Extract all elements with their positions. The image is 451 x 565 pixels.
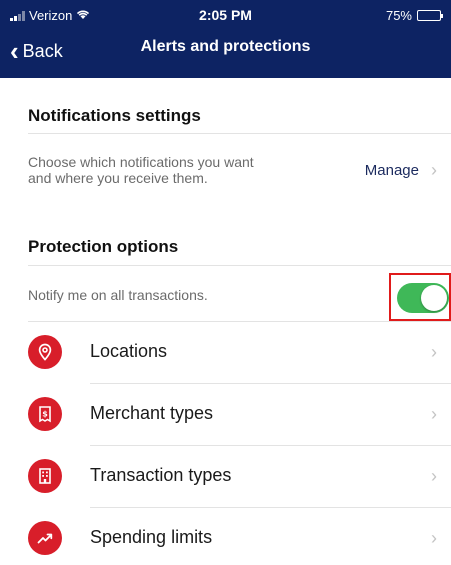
- app-header: Verizon 2:05 PM 75% ‹ Back Alerts and pr…: [0, 0, 451, 78]
- status-bar: Verizon 2:05 PM 75%: [0, 0, 451, 30]
- option-row-transaction-types[interactable]: Transaction types ›: [0, 446, 451, 508]
- notify-all-transactions-label: Notify me on all transactions.: [28, 287, 208, 303]
- status-time: 2:05 PM: [199, 7, 252, 23]
- battery-percent: 75%: [385, 8, 412, 23]
- manage-label: Manage: [364, 162, 419, 179]
- option-label: Transaction types: [90, 465, 232, 485]
- manage-button[interactable]: Manage ›: [365, 160, 437, 181]
- svg-text:$: $: [42, 410, 48, 419]
- option-row-spending-limits[interactable]: Spending limits ›: [0, 508, 451, 565]
- chevron-right-icon: ›: [431, 466, 437, 486]
- toggle-knob: [421, 285, 447, 311]
- notifications-description-line1: Choose which notifications you want: [28, 154, 254, 170]
- battery-info: 75%: [385, 8, 443, 23]
- battery-icon: [417, 10, 443, 21]
- option-row-merchant-types[interactable]: $ Merchant types ›: [0, 384, 451, 446]
- nav-bar: ‹ Back Alerts and protections: [0, 30, 451, 74]
- divider: [28, 133, 451, 134]
- option-label: Locations: [90, 341, 168, 361]
- trend-up-icon: [28, 521, 62, 555]
- receipt-icon: $: [28, 397, 62, 431]
- highlight-box: [389, 273, 451, 321]
- notify-all-transactions-toggle[interactable]: [397, 283, 449, 313]
- location-pin-icon: [28, 335, 62, 369]
- notifications-description: Choose which notifications you want and …: [28, 154, 328, 186]
- option-row-locations[interactable]: Locations ›: [0, 322, 451, 384]
- chevron-right-icon: ›: [431, 160, 437, 180]
- notifications-description-line2: and where you receive them.: [28, 170, 208, 186]
- building-icon: [28, 459, 62, 493]
- page-title: Alerts and protections: [140, 38, 311, 55]
- divider: [28, 265, 451, 266]
- chevron-right-icon: ›: [431, 528, 437, 548]
- chevron-right-icon: ›: [431, 342, 437, 362]
- option-label: Merchant types: [90, 403, 214, 423]
- notifications-section-title: Notifications settings: [28, 106, 201, 125]
- chevron-right-icon: ›: [431, 404, 437, 424]
- option-label: Spending limits: [90, 527, 213, 547]
- protection-section-title: Protection options: [28, 237, 179, 256]
